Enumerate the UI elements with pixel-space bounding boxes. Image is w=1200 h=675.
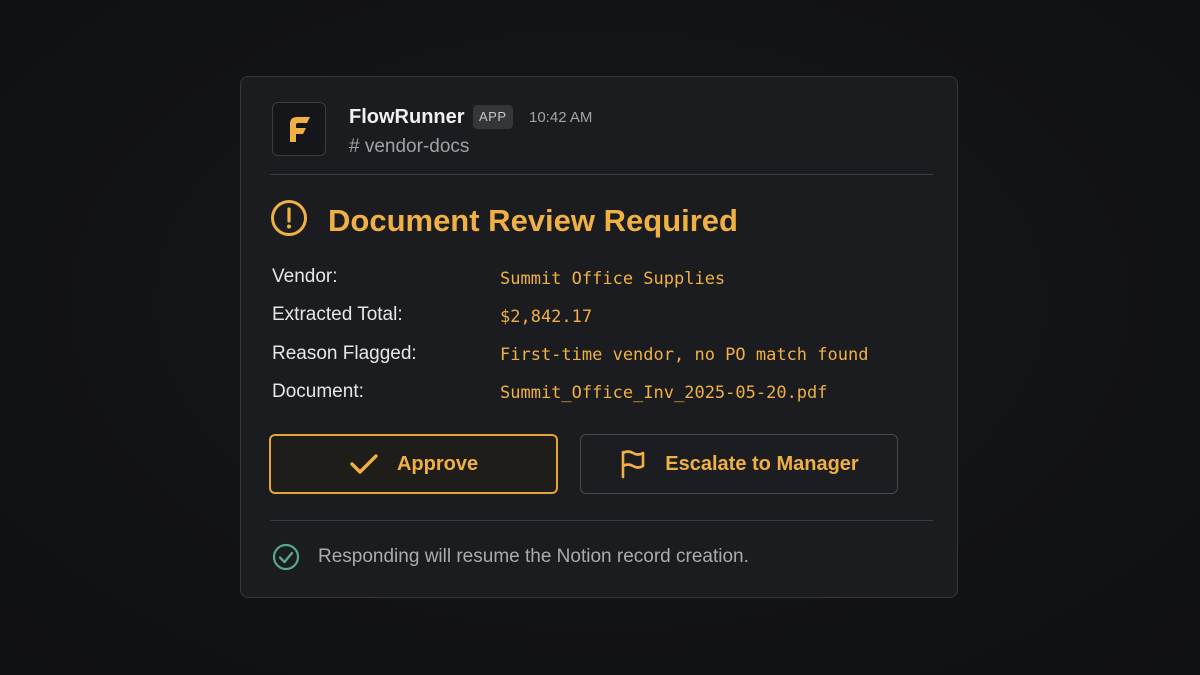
page-background: FlowRunner APP 10:42 AM # vendor-docs Do… [0,0,1200,675]
field-label-reason-flagged: Reason Flagged: [272,343,417,364]
message-timestamp[interactable]: 10:42 AM [529,107,592,129]
footer-note: Responding will resume the Notion record… [318,546,749,567]
checkmark-icon [350,454,378,474]
field-label-extracted-total: Extracted Total: [272,304,403,325]
approve-button-label: Approve [396,453,479,475]
exclamation-circle-icon [271,200,307,236]
app-name[interactable]: FlowRunner [349,105,465,129]
app-badge: APP [473,105,513,129]
channel-name[interactable]: # vendor-docs [349,135,469,159]
footer-divider [270,520,933,521]
flowrunner-logo-icon [290,117,310,142]
header-divider [270,174,933,175]
field-value-extracted-total: $2,842.17 [500,307,593,327]
escalate-to-manager-button[interactable]: Escalate to Manager [580,434,898,494]
app-avatar[interactable] [272,102,326,156]
flag-icon [621,450,645,479]
field-value-reason-flagged: First-time vendor, no PO match found [500,345,869,365]
escalate-button-label: Escalate to Manager [665,453,859,475]
alert-title: Document Review Required [328,203,738,238]
approve-button[interactable]: Approve [269,434,558,494]
message-card: FlowRunner APP 10:42 AM # vendor-docs Do… [240,76,958,598]
check-circle-icon [272,543,300,571]
field-value-document[interactable]: Summit_Office_Inv_2025-05-20.pdf [500,381,828,405]
field-label-vendor: Vendor: [272,266,338,287]
field-label-document: Document: [272,381,364,402]
field-value-vendor: Summit Office Supplies [500,269,726,289]
